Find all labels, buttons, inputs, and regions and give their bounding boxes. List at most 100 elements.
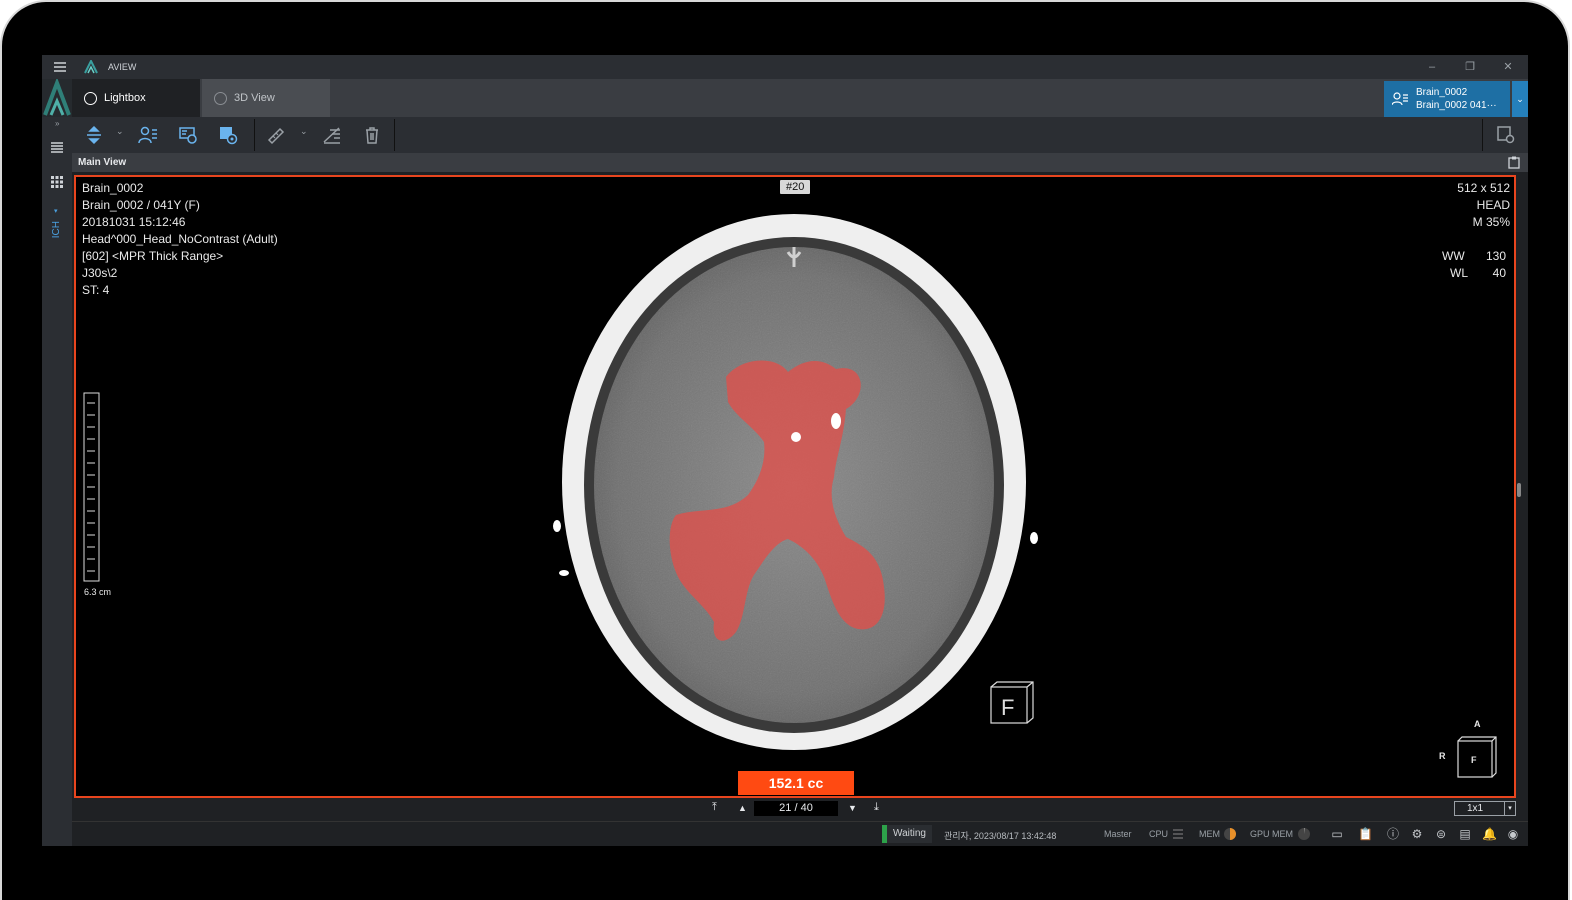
expand-sidebar-icon[interactable]: » [55,119,59,128]
protocol: Head^000_Head_NoContrast (Adult) [82,232,278,246]
toolbar-separator [254,119,255,151]
patient-dropdown-button[interactable]: ⌄ [1512,81,1528,117]
status-bar: Waiting 관리자, 2023/08/17 13:42:48 Master … [72,821,1528,846]
grid-view-icon[interactable] [50,175,64,189]
calcification [831,413,841,429]
wl-label: WL [1450,266,1468,280]
close-button[interactable]: ✕ [1500,59,1516,75]
main-viewport[interactable]: F A R F Brain_0002 Brain_0002 / 041Y (F)… [74,175,1516,798]
slice-counter[interactable]: 21 / 40 [754,801,838,816]
ww-value: 130 [1485,249,1506,263]
patient-selector-line2: Brain_0002 041··· [1416,100,1497,111]
dicom-info-top-right: 512 x 512 HEAD M 35% [1457,180,1510,231]
gpu-meter-icon [1298,827,1310,840]
cpu-label: CPU [1149,829,1169,839]
patient-selector-line1: Brain_0002 [1416,87,1468,98]
patient-list-icon [1392,92,1408,106]
ww-label: WW [1442,249,1465,263]
display-icon[interactable]: ▭ [1330,827,1344,841]
trash-icon[interactable] [362,125,382,145]
scale-label: 6.3 cm [84,587,112,597]
patient-name: Brain_0002 [82,181,144,195]
ruler-dropdown-icon[interactable]: ⌄ [300,126,308,137]
user-account-icon[interactable]: ◉ [1506,827,1520,841]
clock-icon [214,91,227,105]
tab-lightbox-label: Lightbox [104,92,146,104]
sync-icon[interactable]: ⊜ [1434,827,1448,841]
last-slice-button[interactable]: ⤓ [874,801,879,814]
clipboard-icon[interactable] [1508,156,1520,169]
main-view-title: Main View [78,157,127,168]
hamburger-menu-icon[interactable] [52,59,68,75]
window-level-info: WW 130 WL 40 [1442,248,1506,282]
visibility-icon[interactable] [218,125,238,145]
marker-dot [553,520,561,532]
minimize-button[interactable]: – [1424,59,1440,75]
first-slice-button[interactable]: ⤒ [712,801,717,814]
scroll-slice-icon[interactable] [84,125,104,145]
gear-icon[interactable]: ⚙ [1410,827,1424,841]
patient-id-age: Brain_0002 / 041Y (F) [82,198,200,212]
log-icon[interactable]: ▤ [1458,827,1472,841]
tab-3d-view[interactable]: 3D View [202,79,330,117]
layout-dropdown-icon[interactable]: ▾ [1504,802,1515,815]
app-title: AVIEW [108,62,137,72]
user-timestamp: 관리자, 2023/08/17 13:42:48 [944,831,1057,841]
wl-value: 40 [1492,266,1506,280]
orientation-f: F [1471,755,1477,765]
annotation-list-icon[interactable] [322,125,342,145]
toolbar-separator [1482,119,1483,151]
kernel: J30s\2 [82,266,118,280]
tab-lightbox[interactable]: Lightbox [72,79,200,117]
bell-icon[interactable]: 🔔 [1482,827,1497,841]
list-view-icon[interactable] [50,141,64,155]
aview-mark-icon [43,77,71,116]
series-description: [602] <MPR Thick Range> [82,249,224,263]
viewport-scrollbar[interactable] [1517,483,1521,497]
left-sidebar: » ▾ ICH [42,117,72,846]
series-view-icon[interactable] [178,125,198,145]
restore-button[interactable]: ❐ [1462,59,1478,75]
toolbar-separator [394,119,395,151]
slice-navigator: ⤒ ▲ 21 / 40 ▼ ⤓ 1x1 ▾ [74,799,1516,819]
frame-number-badge: #20 [780,180,811,194]
slice-thickness: ST: 4 [82,283,110,297]
tab-3d-view-label: 3D View [234,92,275,104]
marker-dot [559,570,569,576]
orientation-a: A [1474,719,1481,729]
scroll-dropdown-icon[interactable]: ⌄ [116,126,124,137]
prev-slice-button[interactable]: ▲ [738,803,747,813]
patient-selector[interactable]: Brain_0002 Brain_0002 041··· [1384,81,1510,117]
marker-dot [1030,532,1038,544]
info-icon[interactable]: ⓘ [1386,827,1400,841]
calcification [791,432,801,442]
aview-logo-icon [84,60,98,74]
scale-bar [83,392,100,582]
ich-caret-icon[interactable]: ▾ [54,207,58,215]
clipboard-icon[interactable]: 📋 [1358,827,1373,841]
mem-label: MEM [1199,829,1220,839]
next-slice-button[interactable]: ▼ [848,803,857,813]
layout-select[interactable]: 1x1 ▾ [1454,801,1516,816]
orientation-cube [1457,736,1497,778]
cpu-meter-icon [1173,829,1183,839]
ct-brain-image: F A R F [83,214,1497,778]
ich-tab[interactable]: ICH [51,221,62,238]
matrix-size: 512 x 512 [1457,181,1510,195]
app-window: AVIEW – ❐ ✕ Lightbox 3D View Brain_0002 … [42,55,1528,846]
study-datetime: 20181031 15:12:46 [82,215,186,229]
tab-bar: Lightbox 3D View Brain_0002 Brain_0002 0… [42,77,1528,117]
orientation-r: R [1439,751,1446,761]
dicom-info-top-left: Brain_0002 Brain_0002 / 041Y (F) 2018103… [82,180,278,299]
patient-info-icon[interactable] [138,125,158,145]
zoom-level: M 35% [1472,215,1510,229]
body-region: HEAD [1476,198,1510,212]
mem-meter-icon [1224,828,1236,840]
clock-icon [84,91,97,105]
volume-badge: 152.1 cc [738,771,854,795]
status-indicator: Waiting [882,825,932,843]
orientation-marker-letter: F [1001,695,1014,720]
title-bar: AVIEW – ❐ ✕ [42,55,1528,79]
view-settings-icon[interactable] [1496,125,1516,145]
ruler-icon[interactable] [266,125,286,145]
